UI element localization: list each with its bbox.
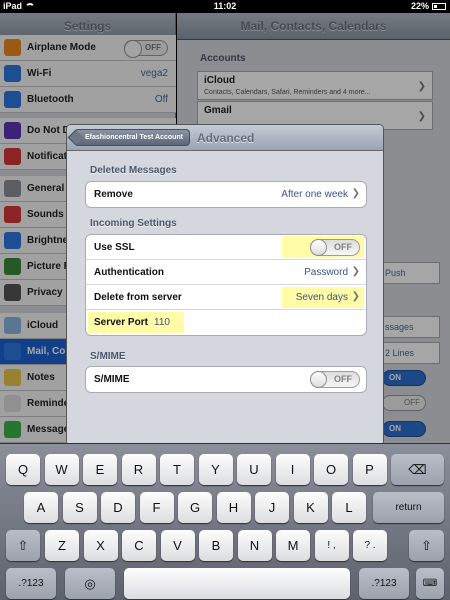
deleted-messages-header: Deleted Messages <box>90 165 177 176</box>
backspace-key[interactable]: ⌫ <box>391 454 444 485</box>
remove-row[interactable]: Remove After one week ❯ <box>86 182 366 207</box>
use-ssl-row: Use SSL OFF <box>86 235 366 260</box>
space-key[interactable] <box>124 568 350 599</box>
popover-navbar: Efashioncentral Test Account Advanced <box>67 125 383 151</box>
key-period[interactable]: ? . <box>353 530 387 561</box>
smime-row: S/MIME OFF <box>86 367 366 392</box>
smime-header: S/MIME <box>90 351 126 362</box>
switch-knob <box>310 239 327 256</box>
key-h[interactable]: H <box>216 492 251 523</box>
authentication-value: Password <box>304 267 348 278</box>
server-port-input[interactable]: 110 <box>154 317 170 328</box>
switch-knob <box>310 371 327 388</box>
key-v[interactable]: V <box>160 530 195 561</box>
remove-value: After one week <box>281 189 348 200</box>
remove-label: Remove <box>94 189 133 200</box>
key-y[interactable]: Y <box>198 454 233 485</box>
status-bar: iPad 11:02 22% <box>0 0 450 13</box>
clock: 11:02 <box>213 1 237 11</box>
chevron-right-icon: ❯ <box>351 291 360 302</box>
popover-body: Deleted Messages Remove After one week ❯… <box>67 152 383 445</box>
use-ssl-switch[interactable]: OFF <box>310 239 360 256</box>
smime-label: S/MIME <box>94 374 130 385</box>
key-p[interactable]: P <box>352 454 387 485</box>
incoming-settings-group: Use SSL OFF Authentication Password ❯ De… <box>85 234 367 336</box>
on-screen-keyboard: Q W E R T Y U I O P ⌫ A S D F G H J K Lreturn ⇧ Z X C V B N M! ,? .… <box>0 443 450 600</box>
smime-switch[interactable]: OFF <box>310 371 360 388</box>
key-k[interactable]: K <box>293 492 328 523</box>
key-z[interactable]: Z <box>45 530 79 561</box>
back-button[interactable]: Efashioncentral Test Account <box>74 129 191 146</box>
return-key[interactable]: return <box>373 492 444 523</box>
authentication-row[interactable]: Authentication Password ❯ <box>86 260 366 285</box>
use-ssl-label: Use SSL <box>94 242 135 253</box>
shift-key-left[interactable]: ⇧ <box>6 530 40 561</box>
smime-group: S/MIME OFF <box>85 366 367 393</box>
battery-status: 22% <box>411 1 446 11</box>
server-port-label: Server Port <box>94 317 148 328</box>
key-g[interactable]: G <box>178 492 212 523</box>
globe-key[interactable]: ◎ <box>65 568 115 599</box>
delete-from-server-label: Delete from server <box>94 292 182 303</box>
shift-icon: ⇧ <box>421 538 432 553</box>
shift-key-right[interactable]: ⇧ <box>409 530 444 561</box>
key-o[interactable]: O <box>314 454 348 485</box>
key-comma[interactable]: ! , <box>314 530 349 561</box>
key-n[interactable]: N <box>237 530 272 561</box>
chevron-right-icon: ❯ <box>351 266 360 277</box>
chevron-right-icon: ❯ <box>351 188 360 199</box>
key-d[interactable]: D <box>101 492 135 523</box>
key-q[interactable]: Q <box>6 454 40 485</box>
numbers-key-left[interactable]: .?123 <box>6 568 56 599</box>
key-t[interactable]: T <box>160 454 194 485</box>
authentication-label: Authentication <box>94 267 164 278</box>
delete-from-server-row[interactable]: Delete from server Seven days ❯ <box>86 285 366 310</box>
backspace-icon: ⌫ <box>408 462 427 477</box>
key-u[interactable]: U <box>237 454 271 485</box>
shift-icon: ⇧ <box>17 538 29 553</box>
incoming-settings-header: Incoming Settings <box>90 218 177 229</box>
key-l[interactable]: L <box>332 492 366 523</box>
deleted-messages-group: Remove After one week ❯ <box>85 181 367 208</box>
key-j[interactable]: J <box>255 492 289 523</box>
key-a[interactable]: A <box>24 492 58 523</box>
hide-keyboard-key[interactable]: ⌨ <box>416 568 444 599</box>
key-e[interactable]: E <box>83 454 117 485</box>
popover-title: Advanced <box>197 131 255 145</box>
key-i[interactable]: I <box>275 454 310 485</box>
keyboard-icon: ⌨ <box>422 578 438 589</box>
key-s[interactable]: S <box>62 492 97 523</box>
key-c[interactable]: C <box>122 530 156 561</box>
numbers-key-right[interactable]: .?123 <box>359 568 409 599</box>
server-port-row[interactable]: Server Port 110 <box>86 310 366 335</box>
key-m[interactable]: M <box>276 530 310 561</box>
battery-icon <box>432 3 446 10</box>
key-b[interactable]: B <box>199 530 233 561</box>
advanced-popover: Efashioncentral Test Account Advanced De… <box>66 124 384 446</box>
delete-from-server-value: Seven days <box>295 292 348 303</box>
key-x[interactable]: X <box>83 530 118 561</box>
key-r[interactable]: R <box>121 454 156 485</box>
globe-icon: ◎ <box>84 576 96 591</box>
key-f[interactable]: F <box>139 492 174 523</box>
key-w[interactable]: W <box>44 454 79 485</box>
